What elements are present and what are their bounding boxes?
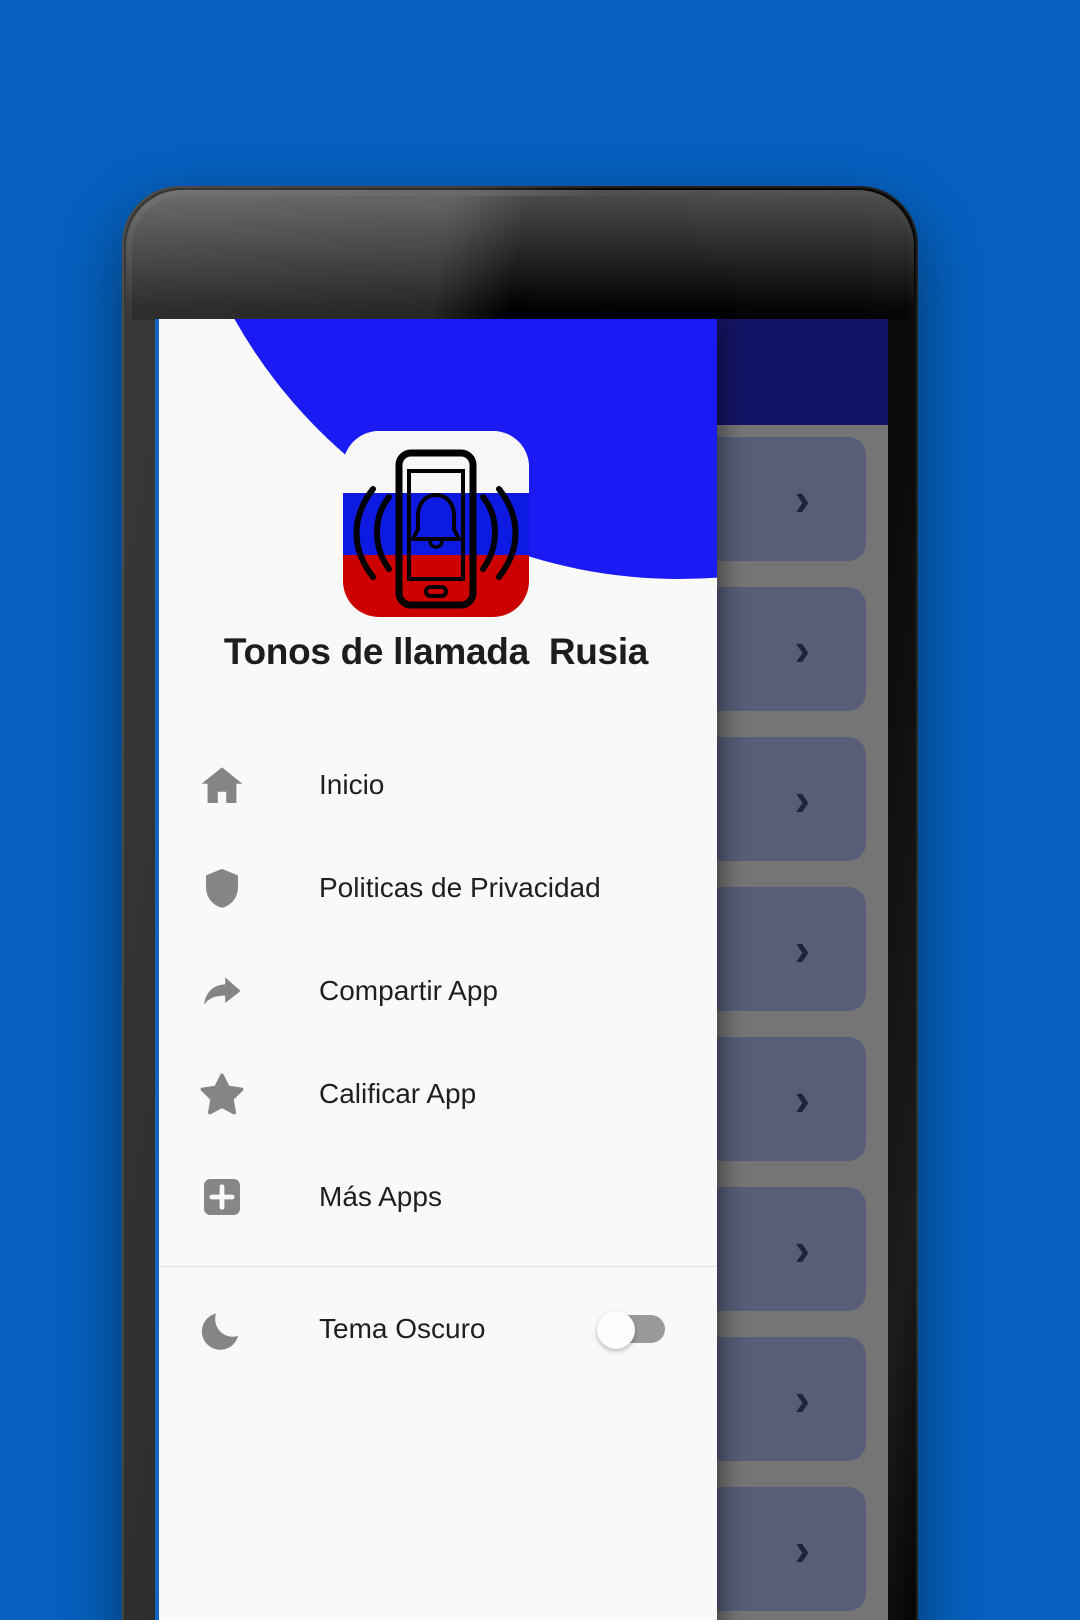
sidebar-item-label: Compartir App	[319, 974, 498, 1006]
phone-screen: › › › › › › › › Tonos de llamada Rusia I…	[155, 319, 888, 1620]
drawer-menu: Inicio Politicas de Privacidad Compartir…	[155, 709, 717, 1391]
sidebar-item-privacidad[interactable]: Politicas de Privacidad	[155, 836, 717, 939]
sidebar-item-tema-oscuro[interactable]: Tema Oscuro	[155, 1267, 717, 1391]
home-icon	[189, 761, 255, 809]
sidebar-item-label: Politicas de Privacidad	[319, 871, 601, 903]
chevron-right-icon: ›	[794, 923, 810, 975]
sidebar-item-label: Más Apps	[319, 1180, 442, 1212]
toggle-knob[interactable]	[597, 1311, 635, 1349]
chevron-right-icon: ›	[794, 1373, 810, 1425]
chevron-right-icon: ›	[794, 623, 810, 675]
phone-bell-icon	[353, 449, 519, 609]
sidebar-item-calificar[interactable]: Calificar App	[155, 1042, 717, 1145]
app-logo	[343, 431, 529, 617]
phone-mockup: › › › › › › › › Tonos de llamada Rusia I…	[122, 186, 918, 1620]
sidebar-item-compartir[interactable]: Compartir App	[155, 939, 717, 1042]
dark-theme-toggle[interactable]	[597, 1311, 665, 1349]
share-arrow-icon	[189, 967, 255, 1015]
drawer-edge-accent	[155, 319, 159, 1620]
chevron-right-icon: ›	[794, 1223, 810, 1275]
sidebar-item-inicio[interactable]: Inicio	[155, 733, 717, 836]
sidebar-item-mas-apps[interactable]: Más Apps	[155, 1145, 717, 1248]
drawer-header: Tonos de llamada Rusia	[155, 319, 717, 709]
navigation-drawer: Tonos de llamada Rusia Inicio Politicas …	[155, 319, 717, 1620]
shield-icon	[189, 864, 255, 912]
chevron-right-icon: ›	[794, 773, 810, 825]
moon-icon	[189, 1305, 255, 1353]
chevron-right-icon: ›	[794, 473, 810, 525]
chevron-right-icon: ›	[794, 1073, 810, 1125]
phone-bezel-top	[132, 196, 908, 320]
sidebar-item-label: Calificar App	[319, 1077, 477, 1109]
sidebar-item-label: Tema Oscuro	[319, 1313, 486, 1344]
chevron-right-icon: ›	[794, 1523, 810, 1575]
page-title: Tonos de llamada Rusia	[223, 631, 649, 672]
star-icon	[189, 1070, 255, 1118]
sidebar-item-label: Inicio	[319, 768, 385, 800]
plus-box-icon	[189, 1175, 255, 1219]
